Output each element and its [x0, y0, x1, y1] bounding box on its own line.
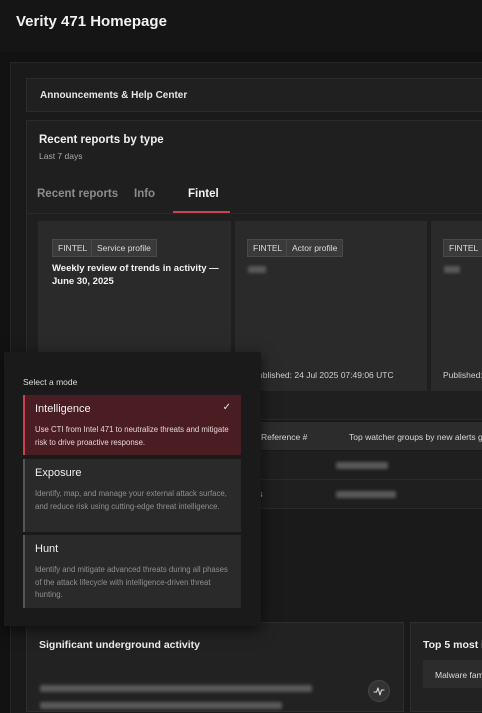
report-type-tag: FINTEL: [247, 239, 289, 257]
check-icon: ✓: [222, 402, 231, 413]
mode-option-hunt[interactable]: Hunt Identify and mitigate advanced thre…: [23, 535, 241, 608]
top5-title: Top 5 most in: [423, 639, 482, 651]
page-title: Verity 471 Homepage: [16, 13, 167, 30]
activity-button[interactable]: [368, 680, 390, 702]
mode-option-description: Identify and mitigate advanced threats d…: [35, 565, 228, 599]
recent-reports-title: Recent reports by type: [39, 134, 164, 146]
report-type-tag: FINTEL: [52, 239, 94, 257]
announcements-label: Announcements & Help Center: [40, 90, 188, 101]
tabs-divider: [26, 213, 482, 214]
redacted-text: [40, 685, 312, 692]
redacted-title: [444, 266, 460, 273]
report-published-date: ublished: 24 Jul 2025 07:49:06 UTC: [258, 370, 394, 380]
report-published-date: Published:: [443, 370, 482, 380]
column-header-top-watcher-groups[interactable]: Top watcher groups by new alerts g: [349, 432, 482, 442]
recent-reports-subtitle: Last 7 days: [39, 151, 83, 161]
announcements-help-center[interactable]: Announcements & Help Center: [26, 78, 482, 112]
mode-option-name: Hunt: [35, 543, 59, 555]
active-tab-indicator: [173, 211, 230, 213]
malware-family-label: Malware fam: [435, 670, 482, 680]
mode-option-description: Identify, map, and manage your external …: [35, 489, 227, 511]
redacted-cell: [336, 462, 388, 469]
report-subtype-tag: Service profile: [91, 239, 157, 257]
tab-fintel[interactable]: Fintel: [188, 188, 219, 200]
mode-option-exposure[interactable]: Exposure Identify, map, and manage your …: [23, 459, 241, 532]
redacted-text: [40, 702, 282, 709]
top-bar: Verity 471 Homepage: [0, 0, 482, 52]
report-subtype-tag: Actor profile: [286, 239, 344, 257]
mode-option-description: Use CTI from Intel 471 to neutralize thr…: [35, 425, 229, 447]
column-header-reference[interactable]: Reference #: [261, 432, 307, 442]
mode-option-name: Intelligence: [35, 403, 91, 415]
mode-option-intelligence[interactable]: Intelligence ✓ Use CTI from Intel 471 to…: [23, 395, 241, 455]
redacted-title: [248, 266, 266, 273]
significant-activity-panel: [26, 622, 404, 712]
significant-activity-title: Significant underground activity: [39, 639, 201, 651]
redacted-cell: [336, 491, 396, 498]
malware-family-row[interactable]: Malware fam: [423, 660, 482, 688]
activity-pulse-icon: [373, 687, 385, 696]
report-card-title[interactable]: Weekly review of trends in activity — Ju…: [52, 262, 227, 288]
report-type-tag: FINTEL: [443, 239, 482, 257]
tab-info[interactable]: Info: [134, 188, 155, 200]
tab-recent-reports[interactable]: Recent reports: [37, 188, 118, 200]
mode-option-name: Exposure: [35, 467, 82, 479]
mode-selector-label: Select a mode: [23, 377, 78, 387]
